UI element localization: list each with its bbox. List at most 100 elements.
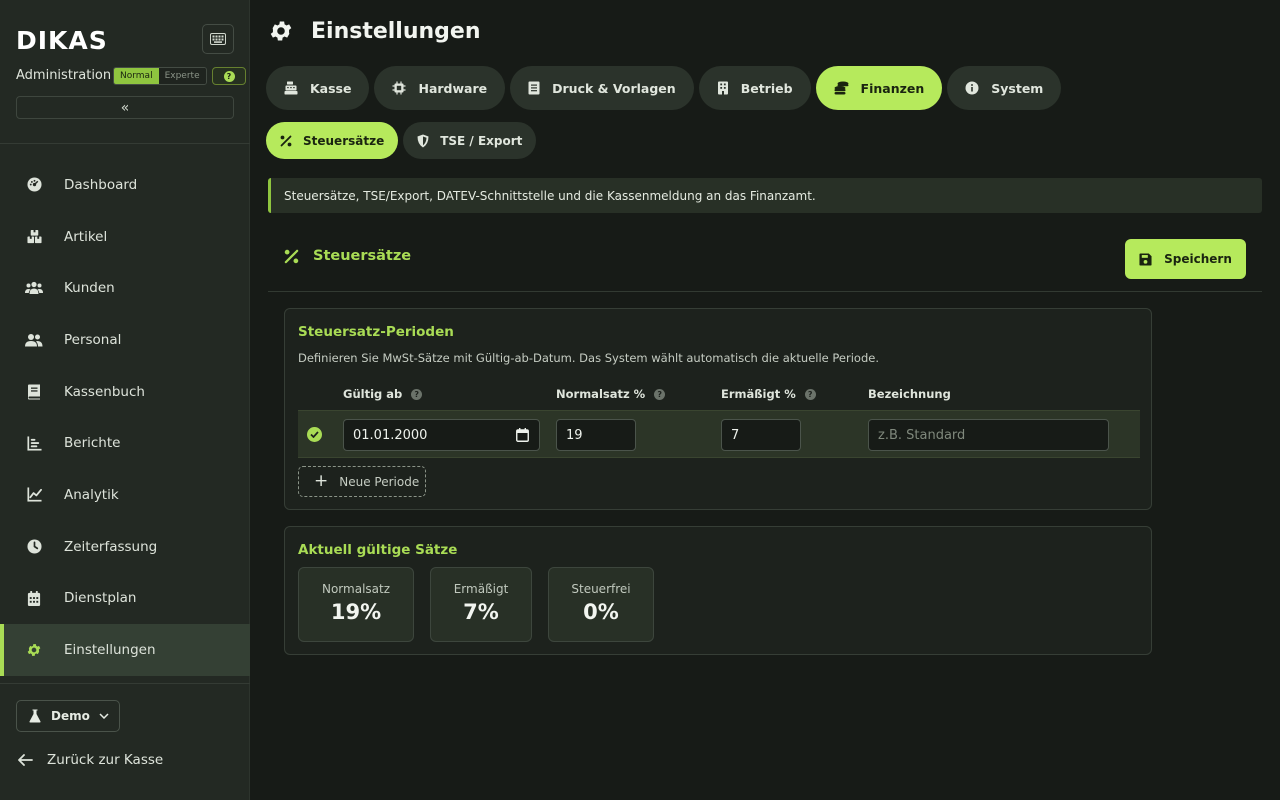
reduced-rate-input[interactable]: 7 [721, 419, 801, 451]
gear-icon [270, 21, 292, 41]
column-header-label: Gültig ab [343, 387, 403, 401]
tab-finanzen[interactable]: Finanzen [815, 66, 943, 110]
tab-druck-vorlagen[interactable]: Druck & Vorlagen [510, 66, 694, 110]
sidebar-item-berichte[interactable]: Berichte [0, 417, 250, 469]
staff-icon [25, 331, 43, 349]
save-button[interactable]: Speichern [1125, 239, 1246, 279]
chip-icon [392, 81, 406, 95]
sidebar-item-zeiterfassung[interactable]: Zeiterfassung [0, 521, 250, 573]
save-icon [1139, 252, 1152, 266]
tab-hardware[interactable]: Hardware [374, 66, 506, 110]
table-row: 01.01.2000 19 7 z.B. Standard [298, 410, 1140, 458]
calendar-icon[interactable] [516, 428, 529, 442]
rate-value: 19% [330, 600, 382, 624]
shield-icon [417, 134, 429, 148]
percent-icon [280, 135, 292, 147]
column-header-label: Ermäßigt % [721, 387, 796, 401]
save-label: Speichern [1164, 252, 1232, 266]
coins-icon [834, 81, 849, 95]
tab-label: Finanzen [860, 80, 925, 96]
mode-expert-option[interactable]: Experte [158, 68, 206, 84]
help-icon[interactable]: ? [804, 388, 816, 400]
tab-label: Kasse [310, 80, 352, 96]
valid-from-date-input[interactable]: 01.01.2000 [343, 419, 540, 451]
sidebar-item-label: Berichte [64, 435, 121, 452]
app-logo: DIKAS [16, 26, 108, 55]
column-header-normal-rate: Normalsatz % ? [556, 387, 666, 401]
add-period-button[interactable]: + Neue Periode [298, 466, 426, 497]
card-description: Definieren Sie MwSt-Sätze mit Gültig-ab-… [298, 351, 879, 365]
report-icon [25, 434, 43, 452]
admin-label: Administration [16, 68, 112, 83]
settings-tabs: Kasse Hardware Druck & Vorlagen Betrieb … [266, 66, 1062, 110]
card-title: Steuersatz-Perioden [298, 324, 454, 340]
tab-label: System [991, 80, 1044, 96]
sidebar-item-artikel[interactable]: Artikel [0, 211, 250, 263]
tab-kasse[interactable]: Kasse [266, 66, 370, 110]
collapse-sidebar-button[interactable]: « [16, 96, 234, 119]
help-button[interactable]: ? [212, 67, 246, 85]
sidebar: DIKAS Administration Normal Experte ? « … [0, 0, 250, 800]
info-icon [965, 81, 979, 95]
column-header-valid-from: Gültig ab ? [343, 387, 423, 401]
sidebar-nav: Dashboard Artikel Kunden Personal Kassen… [0, 159, 250, 676]
document-icon [528, 81, 540, 95]
column-header-name: Bezeichnung [868, 387, 951, 401]
divider [0, 143, 250, 144]
book-icon [25, 383, 43, 401]
demo-label: Demo [51, 709, 90, 723]
sidebar-item-kassenbuch[interactable]: Kassenbuch [0, 366, 250, 418]
column-header-label: Normalsatz % [556, 387, 646, 401]
demo-mode-button[interactable]: Demo [16, 700, 120, 732]
help-icon[interactable]: ? [654, 388, 666, 400]
dashboard-icon [25, 176, 43, 194]
tab-label: Druck & Vorlagen [552, 80, 676, 96]
divider [0, 683, 250, 684]
sidebar-item-label: Einstellungen [64, 642, 156, 659]
add-period-label: Neue Periode [339, 474, 420, 489]
sidebar-item-analytik[interactable]: Analytik [0, 469, 250, 521]
keyboard-button[interactable] [202, 24, 234, 54]
gear-icon [25, 641, 43, 659]
sidebar-item-label: Artikel [64, 228, 108, 245]
subtab-label: Steuersätze [303, 133, 385, 148]
help-icon: ? [223, 70, 235, 82]
rate-label: Steuerfrei [571, 582, 631, 596]
date-value: 01.01.2000 [353, 427, 428, 443]
mode-normal-option[interactable]: Normal [114, 68, 159, 84]
register-icon [284, 81, 298, 95]
sidebar-item-label: Dashboard [64, 176, 138, 193]
tab-tse-export[interactable]: TSE / Export [403, 122, 537, 159]
flask-icon [29, 709, 41, 723]
users-icon [25, 279, 43, 297]
tab-system[interactable]: System [947, 66, 1062, 110]
back-to-register-link[interactable]: Zurück zur Kasse [18, 752, 163, 768]
tab-label: Hardware [418, 80, 488, 96]
percent-icon [284, 249, 299, 263]
sidebar-item-einstellungen[interactable]: Einstellungen [0, 624, 250, 676]
sidebar-item-dienstplan[interactable]: Dienstplan [0, 573, 250, 625]
tax-periods-card: Steuersatz-Perioden Definieren Sie MwSt-… [284, 308, 1152, 510]
chevron-down-icon [99, 713, 109, 719]
chart-line-icon [25, 486, 43, 504]
building-icon [717, 81, 729, 95]
back-label: Zurück zur Kasse [47, 752, 164, 768]
tab-label: Betrieb [740, 80, 793, 96]
tab-steuersaetze[interactable]: Steuersätze [266, 122, 399, 159]
sidebar-item-dashboard[interactable]: Dashboard [0, 159, 250, 211]
sidebar-item-personal[interactable]: Personal [0, 314, 250, 366]
sidebar-item-label: Personal [64, 331, 122, 348]
calendar-icon [25, 589, 43, 607]
arrow-left-icon [18, 754, 33, 766]
mode-toggle[interactable]: Normal Experte [113, 67, 207, 85]
rate-box-tax-free: Steuerfrei 0% [548, 567, 654, 642]
rate-label: Normalsatz [321, 582, 391, 596]
help-icon[interactable]: ? [411, 388, 423, 400]
name-input[interactable]: z.B. Standard [868, 419, 1109, 451]
section-header: Steuersätze Speichern [268, 238, 1262, 292]
normal-rate-input[interactable]: 19 [556, 419, 636, 451]
rate-value: 7% [463, 600, 499, 624]
sidebar-item-kunden[interactable]: Kunden [0, 262, 250, 314]
tab-betrieb[interactable]: Betrieb [698, 66, 811, 110]
sidebar-item-label: Zeiterfassung [64, 538, 158, 555]
